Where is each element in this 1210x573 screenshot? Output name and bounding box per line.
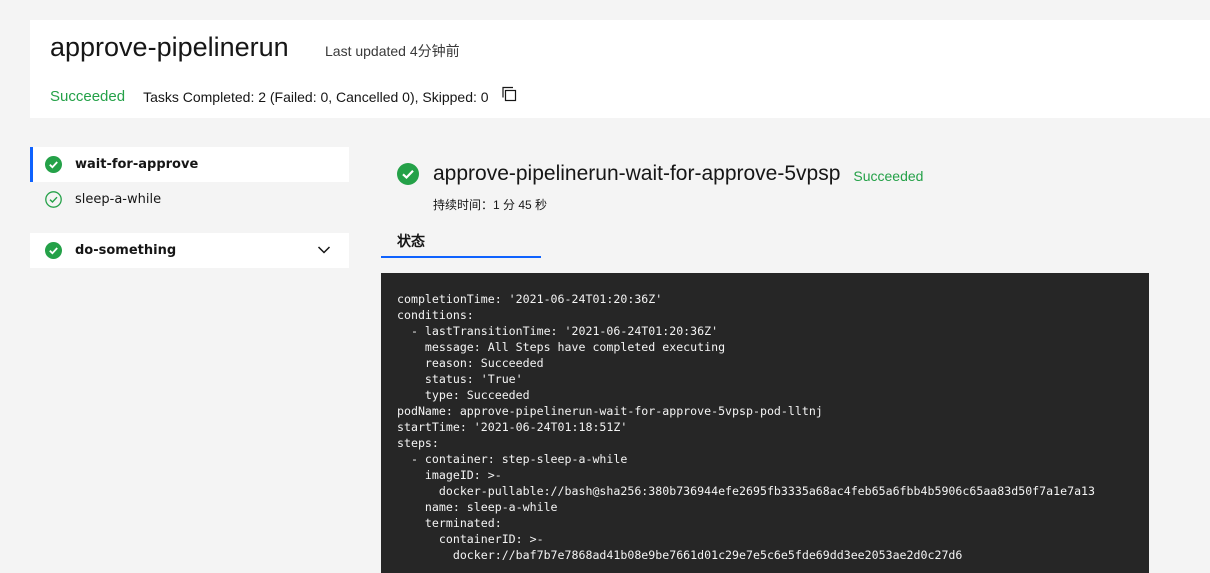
page-title: approve-pipelinerun bbox=[50, 32, 289, 62]
check-circle-icon bbox=[45, 242, 62, 259]
check-circle-icon bbox=[397, 163, 419, 185]
check-circle-outline-icon bbox=[45, 191, 62, 208]
pipelinerun-header: approve-pipelinerun Last updated 4分钟前 Su… bbox=[30, 20, 1210, 118]
tab-status[interactable]: 状态 bbox=[381, 226, 541, 258]
status-yaml-panel: completionTime: '2021-06-24T01:20:36Z' c… bbox=[381, 273, 1149, 573]
task-wait-for-approve[interactable]: wait-for-approve bbox=[30, 147, 349, 182]
tasks-summary: Tasks Completed: 2 (Failed: 0, Cancelled… bbox=[143, 88, 489, 105]
step-sleep-a-while[interactable]: sleep-a-while bbox=[30, 182, 349, 217]
status-yaml: completionTime: '2021-06-24T01:20:36Z' c… bbox=[397, 292, 1096, 562]
chevron-down-icon[interactable] bbox=[317, 243, 331, 257]
taskrun-status: Succeeded bbox=[853, 168, 924, 184]
step-label: sleep-a-while bbox=[75, 192, 162, 207]
taskrun-title: approve-pipelinerun-wait-for-approve-5vp… bbox=[433, 162, 841, 185]
duration-text: 持续时间：1 分 45 秒 bbox=[433, 198, 548, 212]
last-updated: Last updated 4分钟前 bbox=[325, 43, 460, 59]
task-tree: wait-for-approve sleep-a-while do-someth… bbox=[30, 147, 349, 268]
taskrun-header: approve-pipelinerun-wait-for-approve-5vp… bbox=[397, 162, 923, 186]
status-line: Succeeded Tasks Completed: 2 (Failed: 0,… bbox=[50, 86, 517, 105]
check-circle-icon bbox=[45, 156, 62, 173]
task-label: wait-for-approve bbox=[75, 157, 199, 172]
task-do-something[interactable]: do-something bbox=[30, 233, 349, 268]
status-text: Succeeded bbox=[50, 88, 126, 105]
copy-icon[interactable] bbox=[501, 86, 517, 102]
task-label: do-something bbox=[75, 243, 177, 258]
task-group: wait-for-approve bbox=[30, 147, 349, 182]
